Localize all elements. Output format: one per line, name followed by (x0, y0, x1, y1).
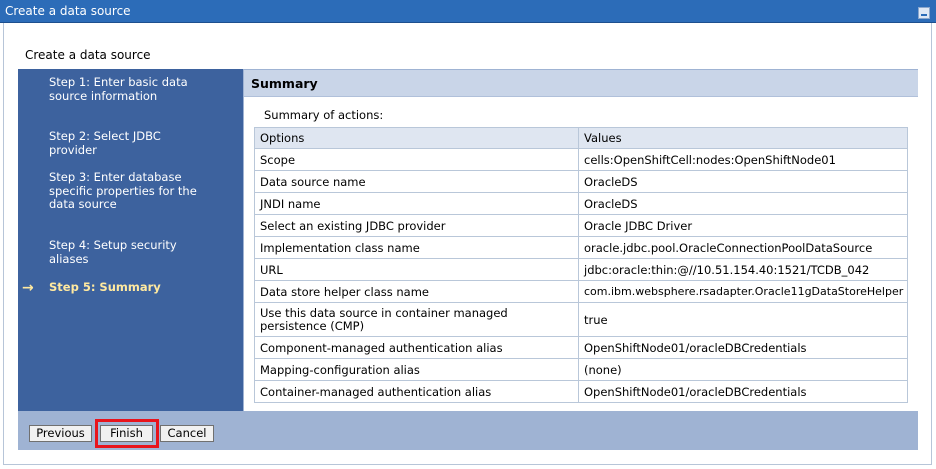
summary-table: Options Values Scope cells:OpenShiftCell… (254, 127, 908, 403)
value-cell: OpenShiftNode01/oracleDBCredentials (578, 380, 908, 403)
table-row: Data store helper class name com.ibm.web… (254, 280, 908, 303)
value-cell: true (578, 302, 908, 337)
table-row: JNDI name OracleDS (254, 192, 908, 215)
value-cell: oracle.jdbc.pool.OracleConnectionPoolDat… (578, 236, 908, 259)
summary-content: Summary Summary of actions: Options Valu… (244, 70, 918, 411)
previous-button[interactable]: Previous (29, 425, 92, 442)
summary-title: Summary (251, 76, 318, 91)
cancel-button[interactable]: Cancel (160, 425, 214, 442)
table-row: Component-managed authentication alias O… (254, 336, 908, 359)
step-2[interactable]: Step 2: Select JDBC provider (49, 129, 199, 157)
option-cell: Use this data source in container manage… (254, 302, 579, 337)
table-row: Container-managed authentication alias O… (254, 380, 908, 403)
step-4[interactable]: Step 4: Setup security aliases (49, 238, 199, 266)
option-cell: Implementation class name (254, 236, 579, 259)
value-cell: OpenShiftNode01/oracleDBCredentials (578, 336, 908, 359)
option-cell: Mapping-configuration alias (254, 358, 579, 381)
table-row: Implementation class name oracle.jdbc.po… (254, 236, 908, 259)
option-cell: Scope (254, 148, 579, 171)
option-cell: Container-managed authentication alias (254, 380, 579, 403)
step-3[interactable]: Step 3: Enter database specific properti… (49, 170, 199, 212)
table-row: URL jdbc:oracle:thin:@//10.51.154.40:152… (254, 258, 908, 281)
summary-header: Summary (244, 70, 918, 97)
option-cell: Select an existing JDBC provider (254, 214, 579, 237)
option-cell: Component-managed authentication alias (254, 336, 579, 359)
summary-label: Summary of actions: (264, 108, 384, 122)
window-title: Create a data source (5, 4, 131, 18)
value-cell: Oracle JDBC Driver (578, 214, 908, 237)
option-cell: URL (254, 258, 579, 281)
table-header-row: Options Values (254, 127, 908, 149)
value-cell: (none) (578, 358, 908, 381)
column-header-options: Options (254, 127, 579, 149)
value-cell: jdbc:oracle:thin:@//10.51.154.40:1521/TC… (578, 258, 908, 281)
page-heading: Create a data source (25, 48, 151, 62)
value-cell: OracleDS (578, 192, 908, 215)
current-step-arrow-icon: → (22, 280, 34, 296)
option-cell: Data source name (254, 170, 579, 193)
option-cell: Data store helper class name (254, 280, 579, 303)
value-cell: com.ibm.websphere.rsadapter.Oracle11gDat… (578, 280, 908, 303)
table-row: Mapping-configuration alias (none) (254, 358, 908, 381)
option-cell: JNDI name (254, 192, 579, 215)
table-row: Scope cells:OpenShiftCell:nodes:OpenShif… (254, 148, 908, 171)
finish-highlight-box (95, 419, 159, 448)
table-row: Use this data source in container manage… (254, 302, 908, 337)
step-1[interactable]: Step 1: Enter basic data source informat… (49, 75, 199, 103)
minimize-icon[interactable] (918, 7, 930, 19)
table-row: Data source name OracleDS (254, 170, 908, 193)
step-5-current: Step 5: Summary (49, 280, 161, 294)
value-cell: OracleDS (578, 170, 908, 193)
table-row: Select an existing JDBC provider Oracle … (254, 214, 908, 237)
value-cell: cells:OpenShiftCell:nodes:OpenShiftNode0… (578, 148, 908, 171)
column-header-values: Values (578, 127, 908, 149)
window-titlebar: Create a data source (0, 0, 936, 23)
